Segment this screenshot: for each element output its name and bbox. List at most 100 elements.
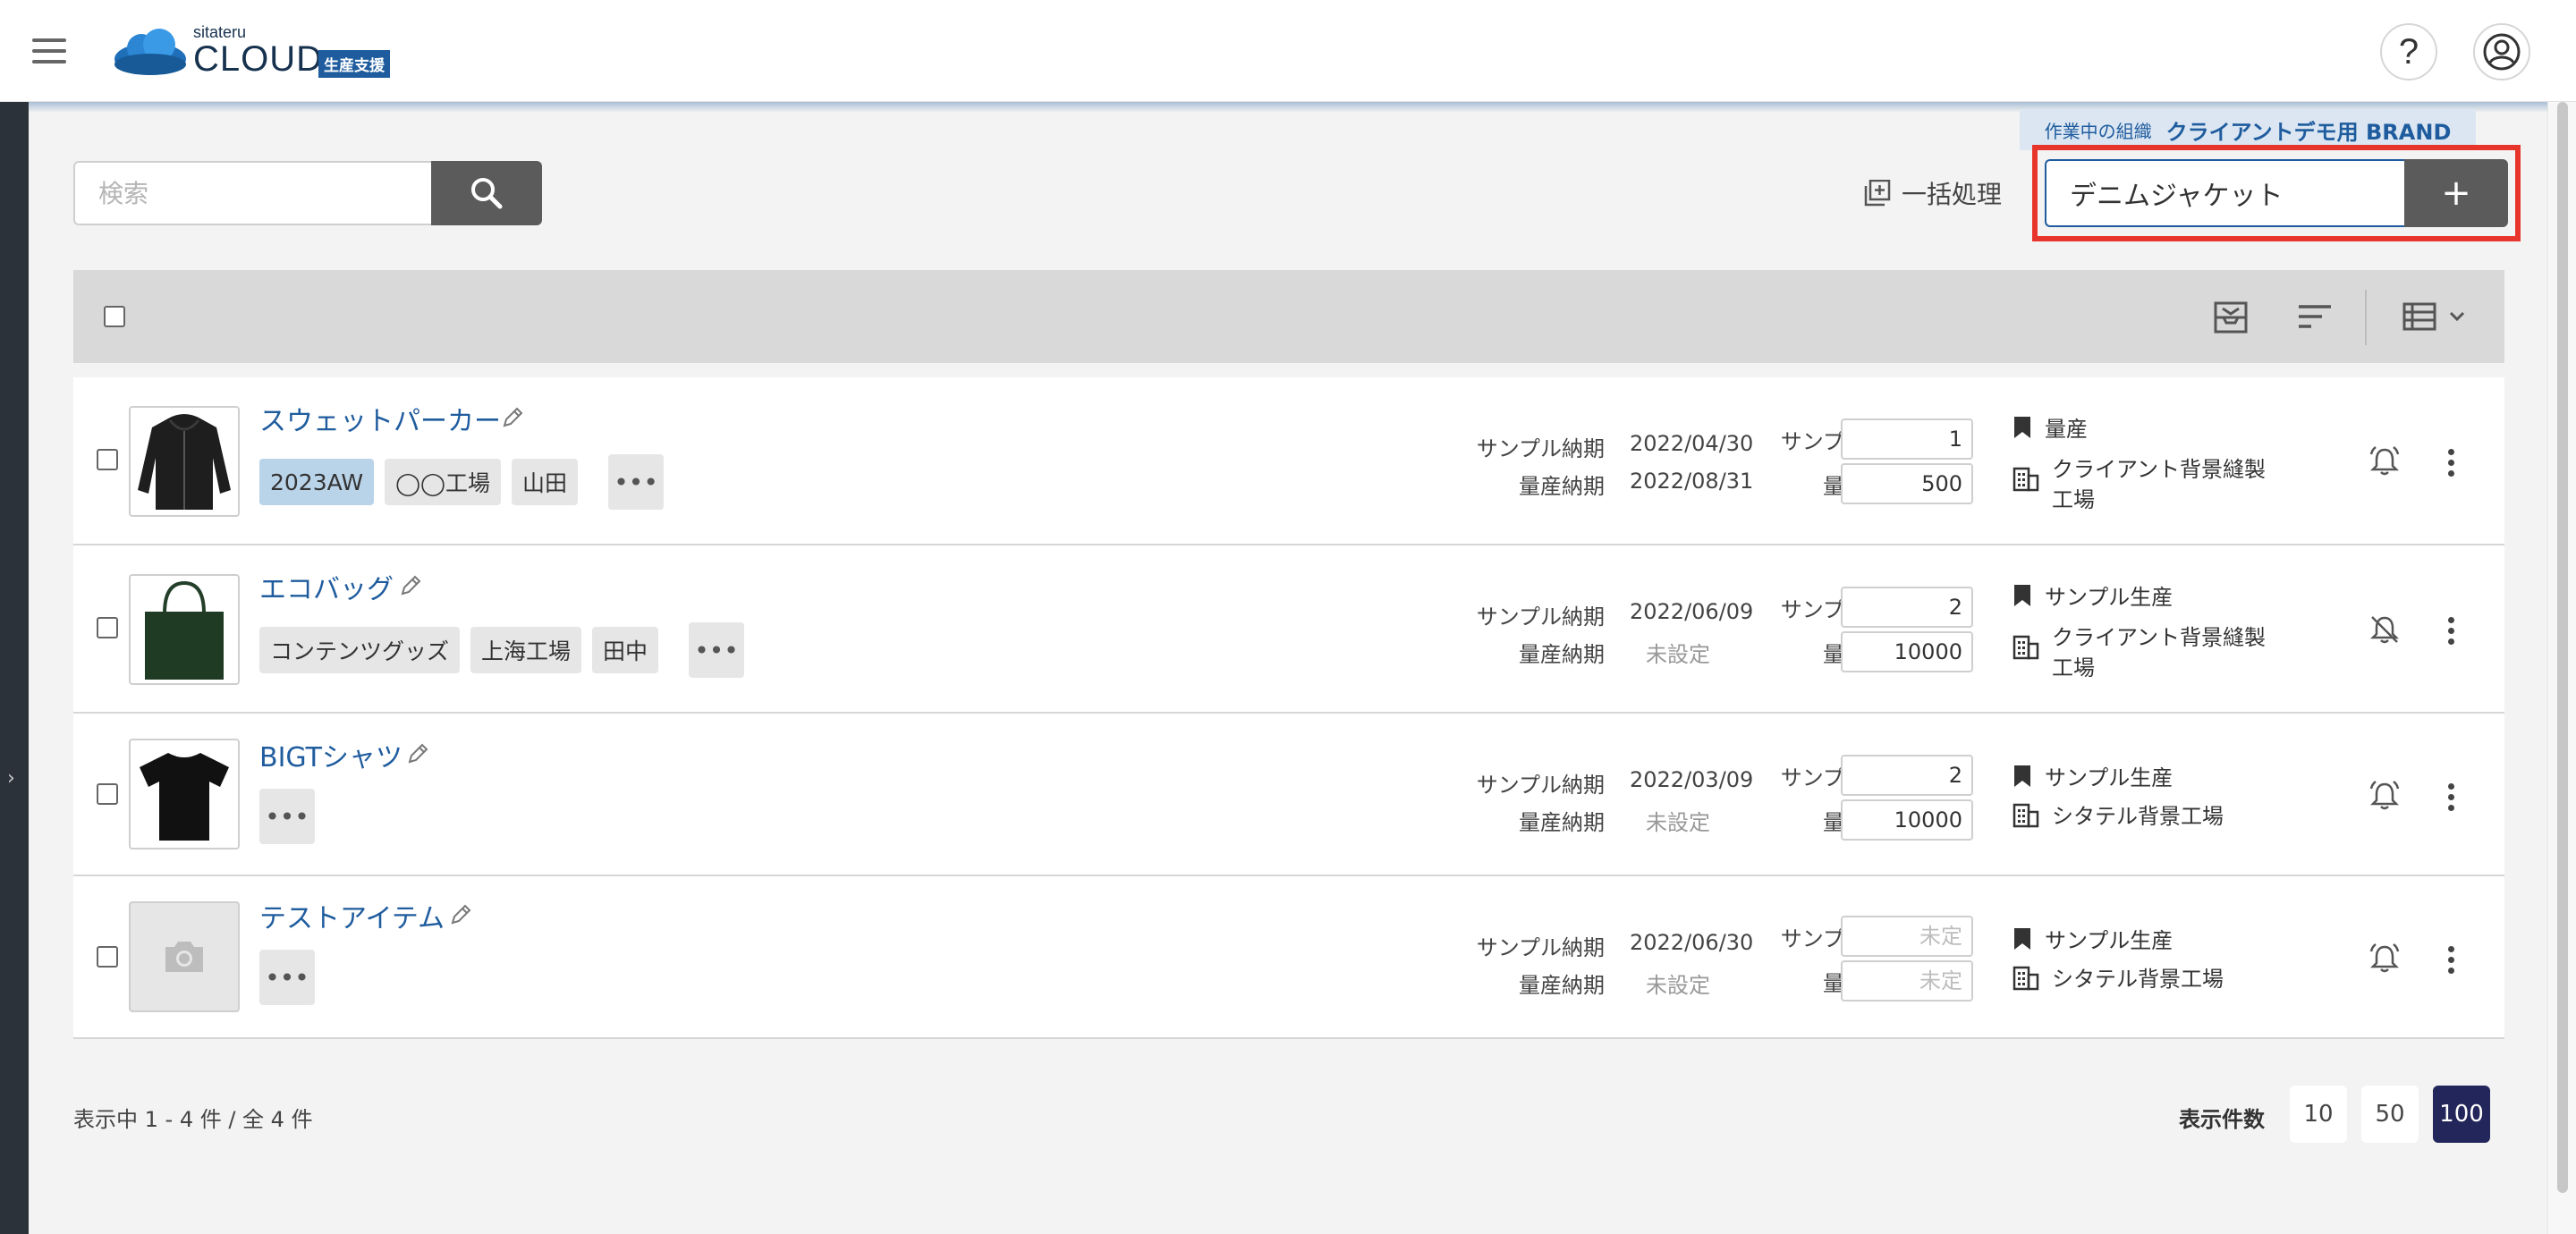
org-name: クライアントデモ用 BRAND	[2165, 119, 2452, 145]
list-item[interactable]: スウェットパーカー 2023AW ◯◯工場 山田 ••• サンプル納期 2022…	[73, 377, 2504, 545]
item-thumbnail[interactable]	[129, 406, 240, 517]
row-checkbox[interactable]	[97, 449, 118, 470]
sample-due-label: サンプル納期	[1476, 935, 1605, 960]
row-checkbox[interactable]	[97, 946, 118, 968]
archive-filter-icon[interactable]	[2213, 300, 2249, 334]
search-input[interactable]	[73, 161, 431, 225]
sample-qty-input[interactable]: 2	[1841, 587, 1973, 628]
production-phase[interactable]: サンプル生産	[2012, 760, 2173, 791]
sort-icon[interactable]	[2297, 300, 2333, 333]
notification-off-icon[interactable]	[2368, 613, 2401, 646]
mass-qty-input[interactable]: 10000	[1841, 799, 1973, 841]
more-tags-button[interactable]: •••	[259, 789, 315, 844]
tag[interactable]: コンテンツグッズ	[259, 627, 461, 673]
cloud-logo-icon	[114, 29, 186, 75]
more-tags-button[interactable]: •••	[259, 950, 315, 1005]
factory[interactable]: シタテル背景工場	[2012, 801, 2299, 832]
item-tags: •••	[259, 789, 315, 844]
logo-badge: 生産支援	[318, 50, 390, 78]
item-title[interactable]: BIGTシャツ	[259, 735, 402, 774]
production-phase[interactable]: 量産	[2012, 411, 2088, 443]
edit-pencil-icon[interactable]	[406, 742, 429, 765]
help-icon: ?	[2398, 31, 2419, 72]
row-menu-button[interactable]	[2445, 617, 2456, 645]
org-label: 作業中の組織	[2044, 120, 2152, 142]
tag[interactable]: 上海工場	[470, 627, 582, 673]
item-title[interactable]: エコバッグ	[259, 567, 394, 606]
per-page-50-button[interactable]: 50	[2361, 1086, 2419, 1143]
row-menu-button[interactable]	[2445, 946, 2456, 974]
new-item-name-input[interactable]	[2045, 159, 2404, 227]
more-tags-button[interactable]: •••	[689, 622, 745, 678]
edit-pencil-icon[interactable]	[501, 406, 524, 429]
mass-qty-input[interactable]: 500	[1841, 463, 1973, 504]
more-tags-button[interactable]: •••	[608, 454, 665, 510]
phase-label: 量産	[2045, 417, 2088, 442]
edit-pencil-icon[interactable]	[399, 574, 422, 597]
tag[interactable]: 田中	[592, 627, 659, 673]
tag[interactable]: 2023AW	[259, 459, 375, 505]
tag[interactable]: ◯◯工場	[385, 459, 502, 505]
item-thumbnail[interactable]	[129, 574, 240, 685]
account-button[interactable]	[2473, 23, 2530, 80]
edit-pencil-icon[interactable]	[449, 903, 472, 926]
chevron-right-icon: ›	[7, 767, 15, 790]
add-item-button[interactable]: +	[2404, 159, 2508, 227]
side-drawer-handle[interactable]: ›	[0, 102, 29, 1234]
sample-qty-input[interactable]: 1	[1841, 418, 1973, 460]
row-menu-button[interactable]	[2445, 449, 2456, 477]
list-item[interactable]: BIGTシャツ ••• サンプル納期 2022/03/09 量産納期 未設定 サ…	[73, 714, 2504, 876]
mass-due-label: 量産納期	[1519, 474, 1605, 499]
factory-name: クライアント背景縫製工場	[2052, 457, 2267, 512]
per-page-100-button[interactable]: 100	[2433, 1086, 2490, 1143]
search-button[interactable]	[431, 161, 542, 225]
notification-bell-icon[interactable]	[2368, 780, 2401, 812]
production-phase[interactable]: サンプル生産	[2012, 923, 2173, 954]
phase-label: サンプル生産	[2045, 585, 2174, 610]
scrollbar[interactable]	[2547, 102, 2576, 1234]
factory-name: シタテル背景工場	[2052, 804, 2224, 829]
app-logo[interactable]: sitateru CLOUD 生産支援	[111, 23, 415, 80]
view-mode-list-icon[interactable]	[2402, 300, 2469, 333]
bulk-action-button[interactable]: 一括処理	[1864, 175, 2002, 211]
item-title[interactable]: テストアイテム	[259, 896, 445, 935]
help-button[interactable]: ?	[2380, 23, 2437, 80]
production-phase[interactable]: サンプル生産	[2012, 579, 2173, 611]
tag[interactable]: 山田	[512, 459, 579, 505]
list-item[interactable]: エコバッグ コンテンツグッズ 上海工場 田中 ••• サンプル納期 2022/0…	[73, 545, 2504, 714]
row-checkbox[interactable]	[97, 783, 118, 805]
factory[interactable]: クライアント背景縫製工場	[2012, 622, 2299, 683]
per-page-label: 表示件数	[2179, 1107, 2265, 1132]
row-menu-button[interactable]	[2445, 783, 2456, 811]
mass-due-date: 未設定	[1646, 642, 1710, 667]
item-title[interactable]: スウェットパーカー	[259, 399, 501, 438]
bookmark-icon	[2014, 765, 2030, 787]
camera-placeholder-icon	[165, 942, 203, 972]
result-count: 表示中 1 - 4 件 / 全 4 件	[73, 1107, 313, 1132]
notification-bell-icon[interactable]	[2368, 445, 2401, 478]
item-thumbnail[interactable]	[129, 901, 240, 1012]
mass-due-label: 量産納期	[1519, 810, 1605, 835]
sample-qty-input[interactable]: 2	[1841, 755, 1973, 796]
list-item[interactable]: テストアイテム ••• サンプル納期 2022/06/30 量産納期 未設定 サ…	[73, 876, 2504, 1039]
factory[interactable]: クライアント背景縫製工場	[2012, 454, 2299, 515]
bulk-action-label: 一括処理	[1902, 180, 2003, 209]
building-icon	[2012, 966, 2039, 991]
row-checkbox[interactable]	[97, 617, 118, 638]
account-icon	[2483, 33, 2521, 71]
notification-bell-icon[interactable]	[2368, 942, 2401, 975]
mass-due-date: 未設定	[1646, 973, 1710, 998]
item-thumbnail[interactable]	[129, 739, 240, 849]
sample-qty-input[interactable]: 未定	[1841, 916, 1973, 957]
factory[interactable]: シタテル背景工場	[2012, 964, 2299, 994]
scrollbar-thumb[interactable]	[2557, 102, 2568, 1193]
sample-due-label: サンプル納期	[1476, 436, 1605, 461]
search-icon	[471, 178, 503, 209]
add-copy-icon	[1864, 180, 1891, 207]
per-page-10-button[interactable]: 10	[2290, 1086, 2347, 1143]
menu-icon[interactable]	[32, 38, 66, 63]
bookmark-icon	[2014, 927, 2030, 950]
mass-qty-input[interactable]: 未定	[1841, 960, 1973, 1002]
select-all-checkbox[interactable]	[104, 306, 125, 327]
mass-qty-input[interactable]: 10000	[1841, 631, 1973, 672]
